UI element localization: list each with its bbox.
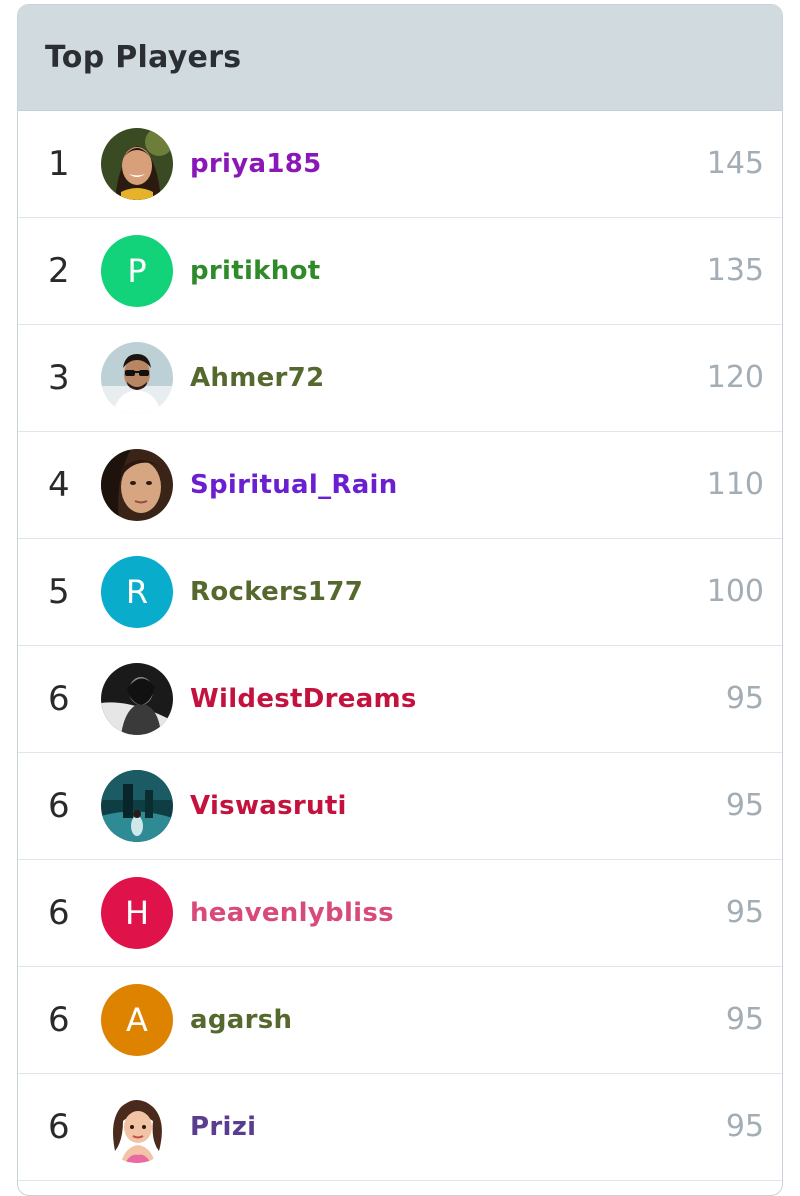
card-header: Top Players (18, 5, 782, 111)
avatar[interactable] (101, 663, 173, 735)
top-players-card: Top Players 1 priya185 145 2 P pritikhot… (17, 4, 783, 1196)
player-score: 100 (706, 574, 764, 609)
player-score: 135 (706, 253, 764, 288)
player-score: 120 (706, 360, 764, 395)
avatar[interactable] (101, 449, 173, 521)
avatar-initial: A (126, 1001, 148, 1039)
player-score: 95 (725, 681, 764, 716)
player-list: 1 priya185 145 2 P pritikhot 135 3 Ahmer… (18, 111, 782, 1181)
player-name[interactable]: Rockers177 (190, 539, 363, 645)
avatar[interactable]: A (101, 984, 173, 1056)
player-rank: 6 (48, 1000, 70, 1040)
monochrome-portrait-photo-icon (101, 663, 173, 735)
avatar[interactable]: P (101, 235, 173, 307)
player-name[interactable]: Prizi (190, 1074, 256, 1180)
avatar-initial: R (125, 573, 149, 611)
player-rank: 4 (48, 465, 70, 505)
player-row[interactable]: 3 Ahmer72 120 (18, 325, 782, 432)
card-title: Top Players (45, 40, 242, 75)
woman-closeup-photo-icon (101, 449, 173, 521)
player-name[interactable]: priya185 (190, 111, 322, 217)
player-rank: 1 (48, 144, 70, 184)
avatar-initial: H (124, 894, 150, 932)
player-name[interactable]: heavenlybliss (190, 860, 394, 966)
player-name[interactable]: Ahmer72 (190, 325, 324, 431)
teal-scene-photo-icon (101, 770, 173, 842)
player-row[interactable]: 6 WildestDreams 95 (18, 646, 782, 753)
player-name[interactable]: pritikhot (190, 218, 320, 324)
player-row[interactable]: 4 Spiritual_Rain 110 (18, 432, 782, 539)
avatar[interactable]: R (101, 556, 173, 628)
player-rank: 5 (48, 572, 70, 612)
player-rank: 6 (48, 1107, 70, 1147)
woman-portrait-photo-icon (101, 128, 173, 200)
avatar[interactable] (101, 1091, 173, 1163)
player-row[interactable]: 6 Prizi 95 (18, 1074, 782, 1181)
player-rank: 6 (48, 679, 70, 719)
cartoon-girl-avatar-icon (101, 1091, 173, 1163)
player-rank: 2 (48, 251, 70, 291)
avatar[interactable]: H (101, 877, 173, 949)
player-name[interactable]: WildestDreams (190, 646, 417, 752)
player-row[interactable]: 6 H heavenlybliss 95 (18, 860, 782, 967)
player-score: 110 (706, 467, 764, 502)
player-name[interactable]: Spiritual_Rain (190, 432, 398, 538)
player-score: 95 (725, 1109, 764, 1144)
player-score: 95 (725, 895, 764, 930)
avatar[interactable] (101, 128, 173, 200)
player-name[interactable]: Viswasruti (190, 753, 347, 859)
player-row[interactable]: 6 Viswasruti 95 (18, 753, 782, 860)
player-rank: 6 (48, 786, 70, 826)
avatar[interactable] (101, 770, 173, 842)
player-rank: 3 (48, 358, 70, 398)
player-row[interactable]: 1 priya185 145 (18, 111, 782, 218)
player-row[interactable]: 5 R Rockers177 100 (18, 539, 782, 646)
avatar-initial: P (127, 252, 147, 290)
man-sunglasses-photo-icon (101, 342, 173, 414)
player-score: 145 (706, 146, 764, 181)
player-row[interactable]: 6 A agarsh 95 (18, 967, 782, 1074)
avatar[interactable] (101, 342, 173, 414)
player-row[interactable]: 2 P pritikhot 135 (18, 218, 782, 325)
player-name[interactable]: agarsh (190, 967, 292, 1073)
player-rank: 6 (48, 893, 70, 933)
player-score: 95 (725, 788, 764, 823)
player-score: 95 (725, 1002, 764, 1037)
